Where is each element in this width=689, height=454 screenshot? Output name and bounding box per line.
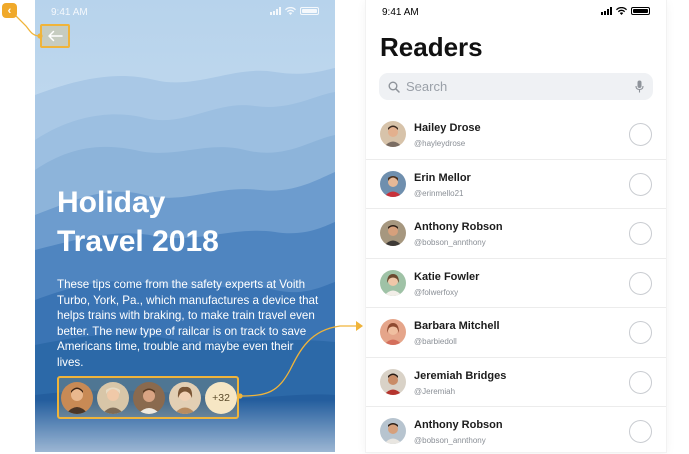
avatar bbox=[380, 418, 406, 444]
microphone-icon[interactable] bbox=[635, 80, 644, 93]
avatar bbox=[169, 381, 201, 414]
status-bar: 9:41 AM bbox=[366, 0, 666, 22]
reader-handle: @bobson_annthony bbox=[414, 238, 486, 247]
search-input[interactable] bbox=[406, 79, 635, 94]
avatar bbox=[380, 368, 406, 395]
avatar bbox=[133, 381, 165, 414]
article-description: These tips come from the safety experts … bbox=[57, 278, 319, 369]
more-readers-count: +32 bbox=[205, 381, 237, 414]
select-checkbox[interactable] bbox=[629, 123, 652, 146]
list-item[interactable]: Erin Mellor @erinmello21 bbox=[366, 160, 666, 209]
list-item[interactable]: Jeremiah Bridges @Jeremiah bbox=[366, 358, 666, 407]
reader-handle: @barbiedoll bbox=[414, 337, 457, 346]
select-checkbox[interactable] bbox=[629, 222, 652, 245]
chevron-left-icon: ‹ bbox=[7, 4, 12, 17]
article-title-line-1: Holiday bbox=[57, 186, 166, 219]
select-checkbox[interactable] bbox=[629, 172, 652, 196]
list-item[interactable]: Anthony Robson @bobson_annthony bbox=[366, 407, 666, 452]
battery-icon bbox=[631, 7, 650, 15]
status-icons bbox=[270, 7, 319, 15]
page-title: Readers bbox=[380, 32, 483, 62]
reader-name: Jeremiah Bridges bbox=[414, 369, 507, 382]
reader-name: Barbara Mitchell bbox=[414, 320, 500, 332]
select-checkbox[interactable] bbox=[629, 321, 652, 344]
list-item[interactable]: Barbara Mitchell @barbiedoll bbox=[366, 308, 666, 358]
avatar bbox=[380, 170, 406, 197]
avatar bbox=[380, 319, 406, 345]
list-item[interactable]: Anthony Robson @bobson_annthony bbox=[366, 209, 666, 259]
status-bar: 9:41 AM bbox=[35, 0, 335, 22]
article-title: Holiday Travel 2018 bbox=[57, 183, 317, 261]
battery-icon bbox=[300, 7, 319, 15]
status-time: 9:41 AM bbox=[51, 7, 88, 18]
list-item[interactable]: Katie Fowler @folwerfoxy bbox=[366, 259, 666, 308]
article-title-line-2: Travel 2018 bbox=[57, 225, 219, 258]
magnifier-icon bbox=[388, 81, 400, 93]
avatar bbox=[61, 381, 93, 414]
search-bar[interactable] bbox=[379, 73, 653, 100]
signal-icon bbox=[601, 7, 612, 15]
reader-name: Hailey Drose bbox=[414, 122, 481, 134]
reader-name: Anthony Robson bbox=[414, 221, 503, 233]
signal-icon bbox=[270, 7, 281, 15]
reader-handle: @folwerfoxy bbox=[414, 287, 459, 297]
article-screen: 9:41 AM Holiday Travel 2018 These tips c… bbox=[35, 0, 335, 452]
status-time: 9:41 AM bbox=[382, 7, 419, 18]
avatar bbox=[97, 381, 129, 414]
reader-name: Anthony Robson bbox=[414, 419, 503, 431]
arrow-left-icon bbox=[48, 30, 63, 42]
select-checkbox[interactable] bbox=[629, 271, 652, 295]
wifi-icon bbox=[616, 7, 627, 15]
reader-handle: @bobson_annthony bbox=[414, 436, 486, 445]
annotation-badge: ‹ bbox=[2, 3, 17, 18]
avatar bbox=[380, 220, 406, 246]
reader-handle: @hayleydrose bbox=[414, 139, 466, 148]
reader-name: Katie Fowler bbox=[414, 270, 480, 283]
select-checkbox[interactable] bbox=[629, 420, 652, 443]
list-item[interactable]: Hailey Drose @hayleydrose bbox=[366, 110, 666, 160]
status-icons bbox=[601, 7, 650, 15]
wifi-icon bbox=[285, 7, 296, 15]
readers-screen: 9:41 AM Readers Hailey Drose @hayleydros… bbox=[366, 0, 666, 452]
reader-handle: @Jeremiah bbox=[414, 386, 456, 396]
readers-list: Hailey Drose @hayleydrose Erin Mellor @e… bbox=[366, 110, 666, 452]
back-button[interactable] bbox=[40, 24, 70, 48]
reader-name: Erin Mellor bbox=[414, 171, 471, 184]
avatar bbox=[380, 269, 406, 296]
reader-handle: @erinmello21 bbox=[414, 188, 464, 198]
readers-avatar-group[interactable]: +32 bbox=[57, 376, 239, 419]
select-checkbox[interactable] bbox=[629, 370, 652, 394]
avatar bbox=[380, 121, 406, 147]
